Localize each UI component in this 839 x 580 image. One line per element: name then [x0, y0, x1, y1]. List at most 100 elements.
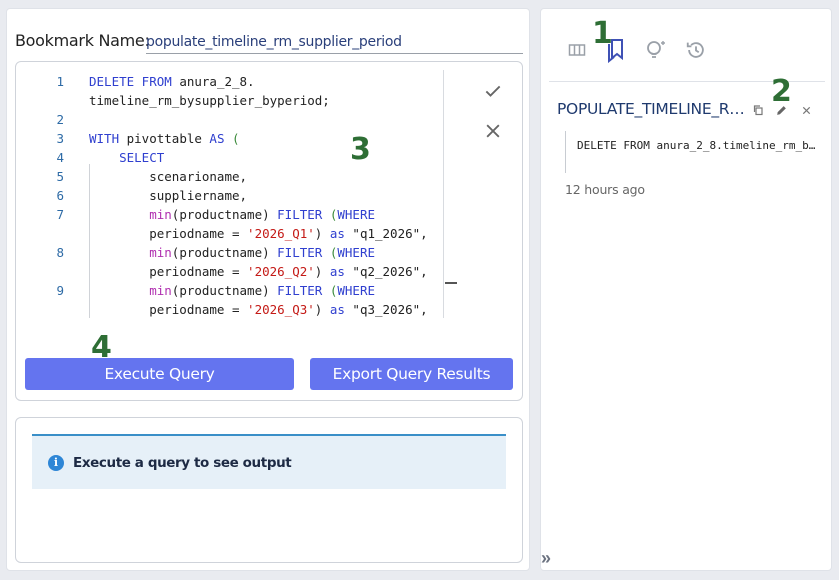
- confirm-button[interactable]: [478, 76, 508, 106]
- tab-tables[interactable]: [564, 35, 590, 65]
- code-token: WHERE: [337, 245, 376, 260]
- code-line: timeline_rm_bysupplier_byperiod;: [89, 91, 330, 110]
- code-line: min(productname) FILTER (WHERE: [89, 243, 375, 262]
- line-number: 3: [56, 131, 64, 146]
- code-token: FILTER: [277, 245, 323, 260]
- tab-suggestions[interactable]: [643, 35, 669, 65]
- copy-icon: [753, 105, 763, 116]
- line-number: 8: [56, 245, 64, 260]
- query-editor-panel: Bookmark Name: 1 DELETE FROM anura_2_8.ti…: [6, 8, 530, 571]
- code-line: SELECT: [89, 148, 164, 167]
- code-token: min: [149, 207, 172, 222]
- output-message: Execute a query to see output: [73, 455, 292, 471]
- code-line: suppliername,: [89, 186, 247, 205]
- line-number: [34, 224, 64, 243]
- line-number: 2: [56, 112, 64, 127]
- table-icon: [568, 44, 586, 56]
- line-number: [34, 91, 64, 110]
- bookmark-query-preview[interactable]: DELETE FROM anura_2_8.timeline_rm_bysupp…: [577, 139, 817, 152]
- output-card: i Execute a query to see output: [15, 417, 523, 563]
- close-icon: [486, 124, 500, 138]
- code-token: "q1_2026",: [344, 226, 428, 241]
- code-token: timeline_rm_bysupplier_byperiod;: [89, 93, 330, 108]
- code-token: anura_2_8.: [171, 74, 255, 89]
- code-line: periodname = '2026_Q3') as "q3_2026",: [89, 300, 428, 318]
- editor-scrollbar-thumb[interactable]: [445, 282, 457, 284]
- code-token: AS: [209, 131, 225, 146]
- line-number: 7: [56, 207, 64, 222]
- annotation-2: 2: [771, 74, 792, 109]
- discard-button[interactable]: [478, 116, 508, 146]
- preview-indicator: [565, 131, 566, 173]
- code-token: as: [329, 302, 345, 317]
- code-token: ): [314, 302, 330, 317]
- annotation-1: 1: [592, 16, 613, 51]
- code-token: (productname): [171, 207, 278, 222]
- code-token: ): [314, 264, 330, 279]
- bookmark-item-title[interactable]: POPULATE_TIMELINE_RM_SUPPLIER_PERIOD: [557, 100, 745, 118]
- expand-icon[interactable]: »: [541, 549, 561, 567]
- export-query-results-button[interactable]: Export Query Results: [310, 358, 513, 390]
- code-line: scenarioname,: [89, 167, 247, 186]
- execute-query-button[interactable]: Execute Query: [25, 358, 294, 390]
- lightbulb-icon: [647, 41, 665, 58]
- line-number: [34, 300, 64, 318]
- bookmark-name-input[interactable]: [146, 29, 523, 54]
- line-number: 4: [56, 150, 64, 165]
- bookmark-timestamp: 12 hours ago: [565, 182, 645, 197]
- code-token: '2026_Q3': [247, 302, 315, 317]
- code-token: scenarioname,: [89, 169, 248, 184]
- code-token: DELETE FROM: [89, 74, 172, 89]
- code-token: periodname =: [89, 264, 248, 279]
- code-token: "q3_2026",: [344, 302, 428, 317]
- editor-scrollbar-track[interactable]: [443, 70, 444, 318]
- code-line: WITH pivottable AS (: [89, 129, 240, 148]
- code-token: WITH: [89, 131, 120, 146]
- code-line: periodname = '2026_Q1') as "q1_2026",: [89, 224, 428, 243]
- code-token: "q2_2026",: [344, 264, 428, 279]
- bookmark-name-label: Bookmark Name:: [15, 31, 150, 50]
- code-token: '2026_Q2': [247, 264, 315, 279]
- line-number: 1: [56, 74, 64, 89]
- code-token: WHERE: [337, 283, 376, 298]
- code-token: ): [314, 226, 330, 241]
- copy-bookmark-button[interactable]: [751, 103, 765, 117]
- code-token: FILTER: [277, 283, 323, 298]
- sql-code-editor[interactable]: 1 DELETE FROM anura_2_8. timeline_rm_bysup…: [16, 70, 442, 318]
- code-token: '2026_Q1': [247, 226, 315, 241]
- annotation-3: 3: [350, 132, 371, 167]
- close-icon: [802, 106, 810, 114]
- code-token: SELECT: [119, 150, 165, 165]
- code-token: (productname): [171, 245, 278, 260]
- code-token: as: [329, 226, 345, 241]
- line-number: 6: [56, 188, 64, 203]
- delete-bookmark-button[interactable]: [799, 103, 813, 117]
- code-token: (: [232, 131, 240, 146]
- code-token: as: [329, 264, 345, 279]
- code-token: periodname =: [89, 302, 248, 317]
- code-token: WHERE: [337, 207, 376, 222]
- bookmark-name-row: Bookmark Name:: [15, 29, 523, 55]
- code-token: periodname =: [89, 226, 248, 241]
- history-icon: [686, 42, 704, 58]
- code-line: periodname = '2026_Q2') as "q2_2026",: [89, 262, 428, 281]
- check-icon: [485, 85, 501, 97]
- code-token: pivottable: [119, 131, 210, 146]
- code-token: min: [149, 283, 172, 298]
- code-line: min(productname) FILTER (WHERE: [89, 205, 375, 224]
- code-line: min(productname) FILTER (WHERE: [89, 281, 375, 300]
- line-number: 5: [56, 169, 64, 184]
- code-token: suppliername,: [89, 188, 248, 203]
- info-icon: i: [48, 455, 64, 471]
- output-info-alert: i Execute a query to see output: [32, 434, 506, 489]
- tab-history[interactable]: [683, 35, 709, 65]
- code-token: min: [149, 245, 172, 260]
- line-number: 9: [56, 283, 64, 298]
